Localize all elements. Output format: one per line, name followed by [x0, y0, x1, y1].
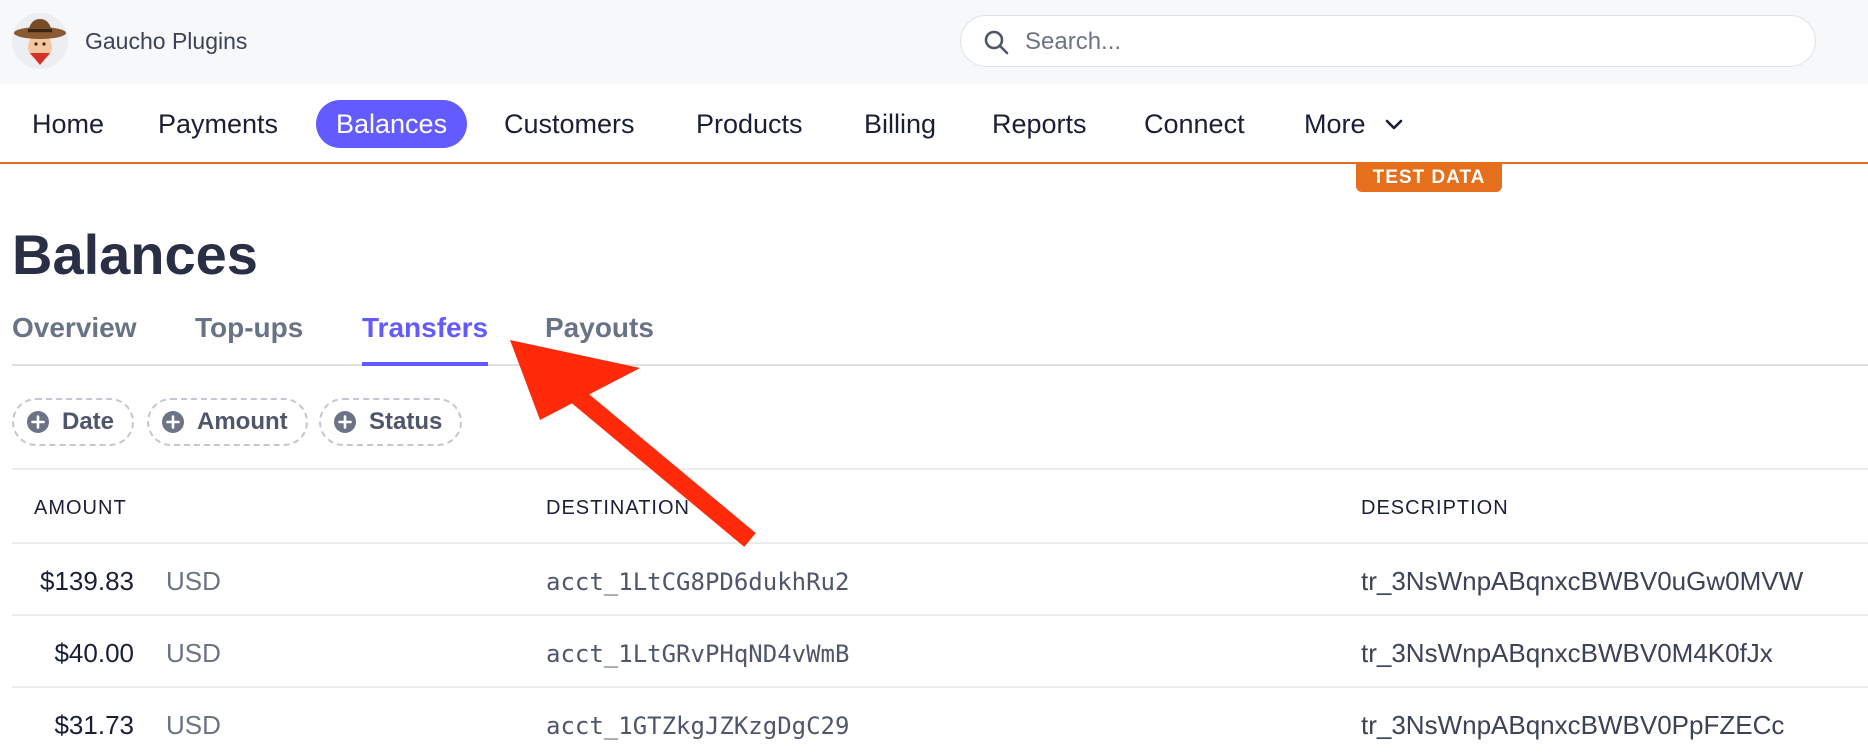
- nav-item-home[interactable]: Home: [12, 100, 124, 148]
- plus-circle-icon: [162, 411, 184, 433]
- plus-circle-icon: [334, 411, 356, 433]
- nav-item-more-label: More: [1304, 109, 1366, 139]
- nav-item-payments[interactable]: Payments: [138, 100, 298, 148]
- column-header-amount[interactable]: AMOUNT: [34, 497, 127, 520]
- column-header-description[interactable]: DESCRIPTION: [1361, 497, 1509, 520]
- column-header-destination[interactable]: DESTINATION: [546, 497, 690, 520]
- row-description: tr_3NsWnpABqnxcBWBV0M4K0fJx: [1361, 638, 1773, 668]
- nav-item-more[interactable]: More: [1284, 100, 1425, 148]
- row-currency: USD: [166, 638, 221, 668]
- test-data-badge: TEST DATA: [1356, 164, 1502, 192]
- row-destination[interactable]: acct_1LtGRvPHqND4vWmB: [546, 640, 849, 668]
- row-destination[interactable]: acct_1GTZkgJZKzgDgC29: [546, 712, 849, 740]
- plus-circle-icon: [27, 411, 49, 433]
- row-description: tr_3NsWnpABqnxcBWBV0uGw0MVW: [1361, 566, 1804, 596]
- row-amount: $139.83: [40, 566, 134, 596]
- table-row[interactable]: $31.73 USD acct_1GTZkgJZKzgDgC29 tr_3NsW…: [12, 688, 1868, 756]
- nav-item-products[interactable]: Products: [676, 100, 823, 148]
- tab-overview[interactable]: Overview: [12, 312, 137, 364]
- filter-status-button[interactable]: Status: [319, 398, 463, 446]
- transfers-table: AMOUNT DESTINATION DESCRIPTION $139.83 U…: [12, 468, 1868, 756]
- chevron-down-icon: [1385, 119, 1403, 130]
- row-amount: $31.73: [54, 710, 134, 740]
- nav-item-reports[interactable]: Reports: [972, 100, 1107, 148]
- table-header: AMOUNT DESTINATION DESCRIPTION: [12, 468, 1868, 544]
- balance-tabs: Overview Top-ups Transfers Payouts: [12, 312, 1868, 366]
- row-currency: USD: [166, 566, 221, 596]
- account-name[interactable]: Gaucho Plugins: [85, 28, 247, 55]
- nav-item-customers[interactable]: Customers: [484, 100, 655, 148]
- tab-top-ups[interactable]: Top-ups: [195, 312, 303, 364]
- search-bar[interactable]: [960, 15, 1816, 67]
- tab-transfers[interactable]: Transfers: [362, 312, 489, 366]
- filter-date-button[interactable]: Date: [12, 398, 135, 446]
- nav-item-connect[interactable]: Connect: [1124, 100, 1265, 148]
- top-bar: Gaucho Plugins: [0, 0, 1868, 84]
- nav-item-billing[interactable]: Billing: [844, 100, 956, 148]
- filter-status-label: Status: [369, 408, 443, 435]
- search-icon: [984, 30, 1009, 55]
- main-nav: Home Payments Balances Customers Product…: [0, 84, 1868, 164]
- row-destination[interactable]: acct_1LtCG8PD6dukhRu2: [546, 568, 849, 596]
- page-title: Balances: [12, 223, 258, 286]
- row-description: tr_3NsWnpABqnxcBWBV0PpFZECc: [1361, 710, 1785, 740]
- filter-amount-button[interactable]: Amount: [147, 398, 308, 446]
- table-row[interactable]: $139.83 USD acct_1LtCG8PD6dukhRu2 tr_3Ns…: [12, 544, 1868, 616]
- tab-payouts[interactable]: Payouts: [545, 312, 654, 364]
- nav-item-balances[interactable]: Balances: [316, 100, 468, 148]
- search-input[interactable]: [1025, 26, 1785, 58]
- gaucho-avatar-icon[interactable]: [12, 13, 68, 69]
- table-row[interactable]: $40.00 USD acct_1LtGRvPHqND4vWmB tr_3NsW…: [12, 616, 1868, 688]
- row-amount: $40.00: [54, 638, 134, 668]
- row-currency: USD: [166, 710, 221, 740]
- filter-date-label: Date: [62, 408, 115, 435]
- filter-amount-label: Amount: [197, 408, 288, 435]
